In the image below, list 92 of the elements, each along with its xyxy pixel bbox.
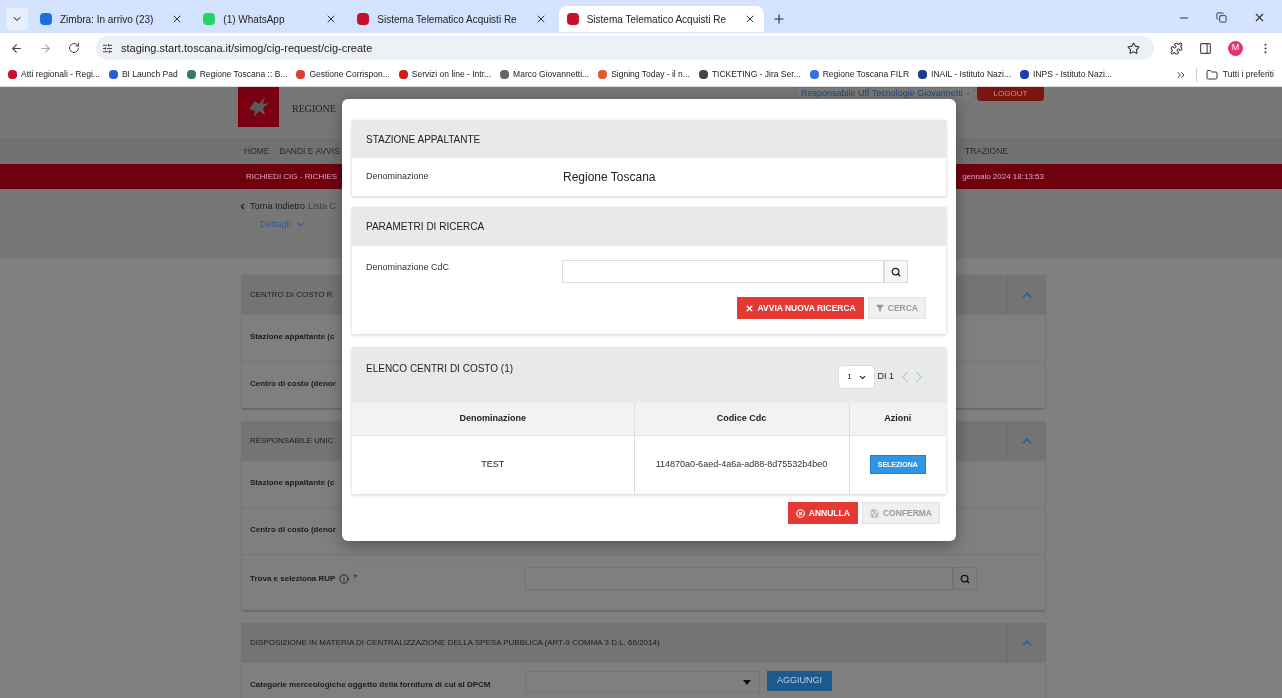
table-cell: TEST [352,435,634,494]
search-icon [891,266,901,277]
cancel-button[interactable]: ANNULLA [787,502,858,524]
folder-icon [1205,68,1218,81]
bookmark-icon [8,70,17,79]
favicon-icon [40,13,52,25]
favicon-icon [357,13,370,25]
bookmark-icon [500,70,510,79]
field-label: Centro di costo (denor [250,524,336,536]
page-count: DI 1 [877,370,894,384]
column-header: Denominazione [352,403,634,435]
field-label: Stazione appaltante (c [250,331,335,343]
address-field[interactable]: staging.start.toscana.it/simog/cig-request/cig-create [96,36,1154,60]
bookmark-star-icon[interactable] [1127,41,1140,55]
cancel-icon [795,508,805,518]
close-icon[interactable] [744,13,756,25]
bookmark-link[interactable]: Atti regionali - Regi... [21,68,100,81]
page-select[interactable]: 1 [838,365,876,389]
bookmark-icon [698,70,708,79]
favicon-icon [203,13,216,25]
section-title: PARAMETRI DI RICERCA [366,220,485,234]
chevron-left-icon[interactable] [238,202,247,212]
section-title: ELENCO CENTRI DI COSTO (1) [366,362,514,376]
column-header: Azioni [849,403,946,435]
tab-title: Sistema Telematico Acquisti Re [377,12,518,27]
side-panel-icon[interactable] [1199,41,1212,55]
bookmark-icon [598,70,608,79]
field-label: Centro di costo (denor [250,378,336,390]
field-label: Stazione appaltante (c [250,477,335,489]
tab-title: Sistema Telematico Acquisti Re [586,12,727,27]
bookmark-icon [1020,70,1030,79]
banner-date: gennaio 2024 18:13:53 [962,170,1044,183]
bookmark-icon [398,70,408,79]
back-icon[interactable] [10,41,23,55]
bookmark-link[interactable]: Gestione Corrispon... [309,68,390,81]
section-title: STAZIONE APPALTANTE [366,132,481,147]
bookmark-icon [918,70,928,79]
save-icon [869,508,879,518]
logout-button[interactable]: LOGOUT [977,87,1044,101]
select-field[interactable] [525,671,760,693]
tab-title: (1) WhatsApp [223,12,286,27]
bookmark-icon [186,70,196,79]
tab-title: Zimbra: In arrivo (23) [60,12,155,27]
tab-search-button[interactable] [6,8,28,30]
bookmark-link[interactable]: TICKETING - Jira Ser... [711,68,801,81]
field-label: Trova e seleziona RUP [250,572,336,585]
extensions-icon[interactable] [1170,41,1183,55]
browser-tab[interactable]: Zimbra: In arrivo (23) [32,6,192,32]
filter-icon [875,304,884,312]
restore-icon[interactable] [1216,12,1227,23]
add-button[interactable]: AGGIUNGI [767,671,832,691]
field-value: Regione Toscana [563,169,656,186]
caret-icon [743,679,751,685]
new-search-button[interactable]: AVVIA NUOVA RICERCA [736,297,864,319]
bookmark-icon [296,70,306,79]
close-icon [744,303,754,313]
browser-tab[interactable]: Sistema Telematico Acquisti Re [558,6,764,32]
bookmark-link[interactable]: Servizi on line - Intr... [411,68,492,81]
bookmark-icon [809,70,819,79]
field-label: Categorie merceologiche oggetto della fornitura di cui al DPCM [250,679,491,691]
browser-tab[interactable]: (1) WhatsApp [195,6,346,32]
bookmark-folder[interactable]: Tutti i preferiti [1222,68,1274,81]
url-text: staging.start.toscana.it/simog/cig-request/cig-create [121,40,373,56]
brand-text: REGIONE [292,102,336,116]
back-link[interactable]: Torna Indietro [250,200,306,214]
region-logo [238,87,279,127]
table-cell: 114870a0-6aed-4a6a-ad88-8d75532b4be0 [634,435,849,494]
required-mark: * [353,572,358,586]
panel-title: DISPOSIZIONE IN MATERIA DI CENTRALIZZAZIONE DELLA SPESA PUBBLICA (ART-9 COMMA 3 D.L. 66/2014) [249,636,660,649]
favicon-icon [566,13,579,25]
profile-avatar[interactable]: M [1228,40,1243,56]
bookmark-link[interactable]: INAIL - Istituto Nazi... [931,68,1012,81]
new-tab-icon[interactable] [772,12,786,26]
close-icon[interactable] [1253,11,1266,24]
bookmark-link[interactable]: BI Launch Pad [121,68,178,81]
info-icon [339,573,350,584]
panel-title: CENTRO DI COSTO R [249,288,333,301]
column-header: Codice Cdc [634,403,849,435]
field-label: Denominazione [366,170,430,184]
field-label: Denominazione CdC [366,261,451,274]
site-info-icon[interactable] [102,42,113,54]
reload-icon[interactable] [68,42,80,54]
bookmark-link[interactable]: Marco Giovannetti... [513,68,590,81]
bookmark-link[interactable]: Regione Toscana FILR [822,68,910,81]
search-icon [960,573,970,584]
bookmark-link[interactable]: Regione Toscana :: B... [199,68,288,81]
bookmark-icon [108,70,118,79]
browser-tab[interactable]: Sistema Telematico Acquisti Re [349,6,555,32]
panel-title: RESPONSABILE UNIC [249,434,334,447]
bookmark-link[interactable]: INPS - Istituto Nazi... [1033,68,1112,81]
banner-text: RICHIEDI CIG - RICHIES [246,170,338,183]
bookmark-link[interactable]: Signing Today - il n... [611,68,690,81]
